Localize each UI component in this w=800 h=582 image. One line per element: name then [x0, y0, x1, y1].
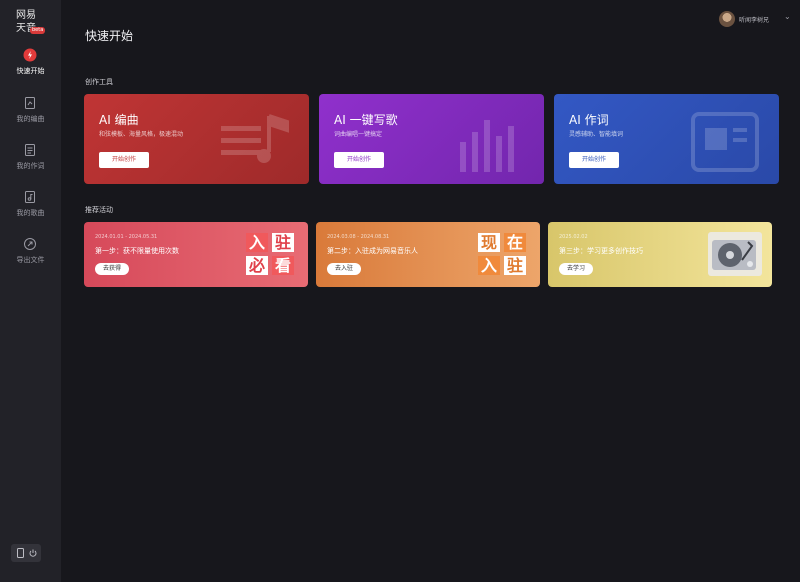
start-create-button[interactable]: 开始创作: [334, 152, 384, 168]
join-button[interactable]: 去入驻: [327, 263, 362, 275]
tool-card-ai-arrangement[interactable]: AI 编曲 和弦模板、海量风格，极速混动 开始创作: [84, 94, 309, 184]
start-create-button[interactable]: 开始创作: [99, 152, 149, 168]
sidebar-bottom-controls: [11, 544, 41, 562]
user-name[interactable]: 听闻李树兄: [739, 15, 769, 24]
sidebar-item-my-arrangements[interactable]: 我的编曲: [0, 96, 61, 136]
arrangement-icon: [25, 97, 35, 109]
waveform-icon: [460, 120, 514, 172]
tool-card-ai-song[interactable]: AI 一键写歌 词曲编唱一键搞定 开始创作: [319, 94, 544, 184]
stamp-char: 入: [478, 256, 500, 275]
section-title-tools: 创作工具: [85, 78, 113, 86]
chevron-down-icon[interactable]: ⌄: [784, 12, 791, 21]
beta-badge: beta: [30, 27, 46, 34]
activity-title: 第一步：获不限量使用次数: [95, 247, 179, 255]
sidebar-item-export[interactable]: 导出文件: [0, 237, 61, 277]
stamp-char: 看: [272, 256, 294, 275]
learn-button[interactable]: 去学习: [559, 263, 594, 275]
sidebar-item-label: 我的歌曲: [16, 209, 45, 217]
sidebar-item-my-songs[interactable]: 我的歌曲: [0, 190, 61, 230]
sidebar-item-quick-start[interactable]: 快速开始: [0, 48, 61, 88]
sidebar-item-label: 我的作词: [16, 162, 45, 170]
sidebar-item-label: 快速开始: [16, 67, 45, 75]
app-logo[interactable]: 网易 天音 beta: [14, 6, 48, 36]
activity-card-3[interactable]: 2025.02.02 第三步：学习更多创作技巧 去学习: [548, 222, 772, 287]
activity-date: 2025.02.02: [559, 234, 588, 240]
activity-title: 第二步：入驻成为网易音乐人: [327, 247, 418, 255]
tool-desc: 和弦模板、海量风格，极速混动: [99, 131, 184, 138]
sidebar-item-my-lyrics[interactable]: 我的作词: [0, 143, 61, 183]
stamp-char: 现: [478, 233, 500, 252]
stamp-char: 驻: [504, 256, 526, 275]
sidebar-item-label: 导出文件: [16, 256, 45, 264]
music-note-icon: [221, 114, 289, 163]
page-title: 快速开始: [85, 29, 134, 43]
turntable-image: [708, 232, 762, 276]
tool-desc: 灵感辅助、智能填词: [569, 131, 624, 138]
lyrics-icon: [25, 144, 35, 156]
stamp-char: 必: [246, 256, 268, 275]
tool-desc: 词曲编唱一键搞定: [334, 131, 383, 138]
activity-date: 2024.01.01 - 2024.05.31: [95, 234, 158, 240]
stamp-graphic: 入 驻 必 看: [246, 233, 296, 276]
lyrics-sheet-icon: [691, 112, 759, 172]
lightning-icon: [23, 48, 37, 62]
activity-card-1[interactable]: 2024.01.01 - 2024.05.31 第一步：获不限量使用次数 去获得…: [84, 222, 308, 287]
start-create-button[interactable]: 开始创作: [569, 152, 619, 168]
sidebar: 网易 天音 beta 快速开始 我的编曲 我的作词 我的歌曲 导出文件: [0, 0, 61, 582]
tool-card-ai-lyrics[interactable]: AI 作词 灵感辅助、智能填词 开始创作: [554, 94, 779, 184]
section-title-activities: 推荐活动: [85, 206, 113, 214]
tool-name: AI 编曲: [99, 113, 139, 127]
stamp-graphic: 现 在 入 驻: [478, 233, 528, 276]
sidebar-item-label: 我的编曲: [16, 115, 45, 123]
activity-date: 2024.03.08 - 2024.08.31: [327, 234, 390, 240]
tool-name: AI 一键写歌: [334, 113, 398, 127]
song-icon: [25, 191, 35, 203]
tool-name: AI 作词: [569, 113, 609, 127]
export-icon: [24, 238, 36, 250]
get-button[interactable]: 去获得: [95, 263, 130, 275]
activity-title: 第三步：学习更多创作技巧: [559, 247, 643, 255]
stamp-char: 在: [504, 233, 526, 252]
power-icon[interactable]: [29, 549, 37, 557]
phone-icon[interactable]: [17, 548, 24, 558]
avatar[interactable]: [719, 11, 735, 27]
stamp-char: 驻: [272, 233, 294, 252]
activity-card-2[interactable]: 2024.03.08 - 2024.08.31 第二步：入驻成为网易音乐人 去入…: [316, 222, 540, 287]
stamp-char: 入: [246, 233, 268, 252]
